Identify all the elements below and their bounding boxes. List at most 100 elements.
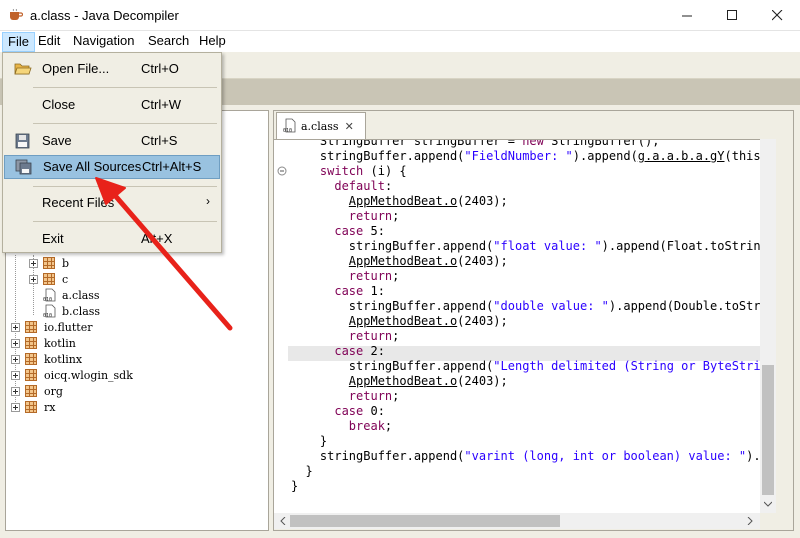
code-line: stringBuffer.append("Length delimited (S… bbox=[291, 359, 760, 373]
expand-icon[interactable] bbox=[11, 386, 20, 396]
code-line: switch (i) { bbox=[319, 164, 407, 178]
code-line: break; bbox=[348, 419, 393, 433]
horizontal-scrollbar-thumb[interactable] bbox=[290, 515, 560, 527]
package-icon bbox=[43, 257, 55, 269]
svg-text:010: 010 bbox=[43, 297, 52, 302]
expand-icon[interactable] bbox=[11, 354, 20, 364]
tree-item-label: b bbox=[62, 256, 70, 270]
tree-item[interactable]: c bbox=[29, 271, 68, 287]
menu-item-shortcut: Ctrl+S bbox=[141, 133, 178, 148]
class-file-icon: 010 bbox=[43, 304, 56, 318]
menu-edit[interactable]: Edit bbox=[33, 32, 65, 52]
floppy-disk-icon bbox=[15, 133, 30, 149]
code-line: AppMethodBeat.o(2403); bbox=[348, 254, 508, 268]
file-menu-dropdown: Open File... Ctrl+O Close Ctrl+W Save Ct… bbox=[2, 52, 222, 253]
code-line: AppMethodBeat.o(2403); bbox=[348, 314, 508, 328]
tree-item[interactable]: rx bbox=[11, 399, 55, 415]
menu-item-shortcut: Ctrl+W bbox=[141, 97, 182, 112]
code-line: stringBuffer.append("varint (long, int o… bbox=[291, 449, 760, 463]
tree-item-label: kotlinx bbox=[44, 352, 83, 366]
menu-separator bbox=[33, 87, 217, 88]
menu-file[interactable]: File bbox=[2, 32, 35, 52]
class-file-icon: 010 bbox=[43, 288, 56, 302]
tree-item[interactable]: oicq.wlogin_sdk bbox=[11, 367, 133, 383]
menu-bar: File Edit Navigation Search Help bbox=[0, 31, 800, 52]
menu-help[interactable]: Help bbox=[194, 32, 231, 52]
code-editor[interactable]: StringBuffer stringBuffer = new StringBu… bbox=[274, 139, 760, 513]
minimize-icon bbox=[682, 15, 692, 17]
expand-icon[interactable] bbox=[11, 402, 20, 412]
package-icon bbox=[43, 273, 55, 285]
menu-item-shortcut: Alt+X bbox=[141, 231, 173, 246]
tree-item-label: kotlin bbox=[44, 336, 76, 350]
package-icon bbox=[25, 353, 37, 365]
tree-item[interactable]: 010 b.class bbox=[43, 303, 100, 319]
tree-item-label: oicq.wlogin_sdk bbox=[44, 368, 133, 382]
save-all-icon bbox=[15, 159, 32, 175]
package-icon bbox=[25, 369, 37, 381]
package-icon bbox=[25, 385, 37, 397]
menu-item-label: Save bbox=[42, 133, 72, 148]
menu-item-shortcut: Ctrl+O bbox=[141, 61, 179, 76]
code-line: return; bbox=[348, 209, 400, 223]
menu-item-save-all-sources[interactable]: Save All Sources Ctrl+Alt+S bbox=[4, 155, 220, 179]
open-folder-icon bbox=[14, 63, 32, 75]
tab-a-class[interactable]: 010 a.class ✕ bbox=[276, 112, 366, 139]
code-line: AppMethodBeat.o(2403); bbox=[348, 194, 508, 208]
menu-item-recent-files[interactable]: Recent Files › bbox=[4, 191, 220, 215]
scroll-down-icon[interactable] bbox=[764, 500, 772, 508]
expand-icon[interactable] bbox=[11, 322, 20, 332]
expand-icon[interactable] bbox=[11, 370, 20, 380]
menu-item-shortcut: Ctrl+Alt+S bbox=[142, 159, 202, 174]
code-line: case 5: bbox=[334, 224, 385, 238]
menu-item-label: Close bbox=[42, 97, 76, 112]
tab-label: a.class bbox=[301, 119, 339, 133]
code-line: return; bbox=[348, 269, 400, 283]
menu-item-label: Open File... bbox=[42, 61, 110, 76]
scroll-right-icon[interactable] bbox=[746, 517, 754, 525]
code-line: stringBuffer.append("double value: ").ap… bbox=[291, 299, 760, 313]
menu-item-save[interactable]: Save Ctrl+S bbox=[4, 129, 220, 153]
class-file-icon: 010 bbox=[283, 118, 296, 134]
expand-icon[interactable] bbox=[29, 258, 38, 268]
fold-icon[interactable] bbox=[277, 166, 287, 176]
maximize-button[interactable] bbox=[710, 0, 755, 31]
coffee-cup-icon bbox=[10, 9, 23, 20]
tree-item[interactable]: kotlin bbox=[11, 335, 76, 351]
tree-item-label: org bbox=[44, 384, 63, 398]
tree-item-label: a.class bbox=[62, 288, 100, 302]
menu-item-close[interactable]: Close Ctrl+W bbox=[4, 93, 220, 117]
menu-separator bbox=[33, 123, 217, 124]
menu-item-open-file[interactable]: Open File... Ctrl+O bbox=[4, 57, 220, 81]
tree-item-label: b.class bbox=[62, 304, 101, 318]
svg-text:010: 010 bbox=[43, 313, 52, 318]
menu-separator bbox=[33, 186, 217, 187]
tab-close-icon[interactable]: ✕ bbox=[345, 120, 354, 133]
tree-item[interactable]: org bbox=[11, 383, 63, 399]
menu-item-label: Exit bbox=[42, 231, 64, 246]
window-title: a.class - Java Decompiler bbox=[30, 8, 179, 23]
close-button[interactable] bbox=[755, 0, 800, 31]
menu-item-exit[interactable]: Exit Alt+X bbox=[4, 227, 220, 251]
expand-icon[interactable] bbox=[29, 274, 38, 284]
tree-item-label: rx bbox=[44, 400, 56, 414]
vertical-scrollbar-thumb[interactable] bbox=[762, 365, 774, 495]
code-line: stringBuffer.append("float value: ").app… bbox=[291, 239, 760, 253]
menu-navigation[interactable]: Navigation bbox=[68, 32, 139, 52]
code-line: } bbox=[291, 479, 299, 493]
tree-item[interactable]: io.flutter bbox=[11, 319, 92, 335]
scroll-left-icon[interactable] bbox=[279, 517, 287, 525]
menu-search[interactable]: Search bbox=[143, 32, 194, 52]
code-line: case 2: bbox=[334, 344, 385, 358]
tree-item[interactable]: b bbox=[29, 255, 69, 271]
svg-text:010: 010 bbox=[283, 128, 292, 134]
tree-item[interactable]: 010 a.class bbox=[43, 287, 100, 303]
minimize-button[interactable] bbox=[665, 0, 710, 31]
tree-item[interactable]: kotlinx bbox=[11, 351, 82, 367]
package-icon bbox=[25, 401, 37, 413]
expand-icon[interactable] bbox=[11, 338, 20, 348]
code-line: return; bbox=[348, 329, 400, 343]
code-line: AppMethodBeat.o(2403); bbox=[348, 374, 508, 388]
tree-item-label: io.flutter bbox=[44, 320, 93, 334]
code-line: StringBuffer stringBuffer = new StringBu… bbox=[291, 139, 660, 148]
